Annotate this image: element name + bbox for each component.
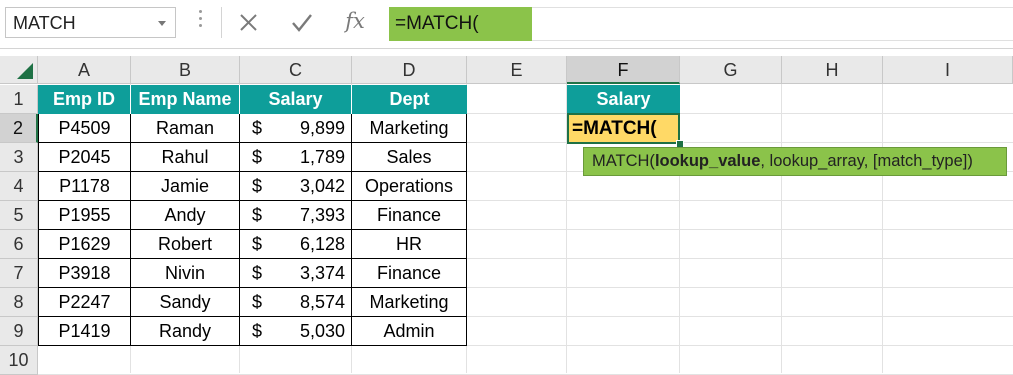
row-header-7[interactable]: 7 — [0, 259, 38, 288]
table-cell[interactable]: Marketing — [352, 288, 467, 317]
select-all-icon — [17, 63, 33, 79]
enter-icon[interactable] — [287, 8, 317, 38]
formula-input-area[interactable] — [532, 7, 1013, 41]
table-cell[interactable]: HR — [352, 230, 467, 259]
formula-bar-divider — [221, 7, 222, 38]
table-cell[interactable]: P4509 — [38, 114, 131, 143]
column-header-d[interactable]: D — [352, 56, 467, 84]
column-header-h[interactable]: H — [782, 56, 883, 84]
table-cell[interactable]: $5,030 — [240, 317, 352, 346]
row-header-1[interactable]: 1 — [0, 85, 38, 114]
table-cell[interactable]: P1629 — [38, 230, 131, 259]
table-cell[interactable]: $1,789 — [240, 143, 352, 172]
row-header-9[interactable]: 9 — [0, 317, 38, 346]
fx-icon[interactable]: fx — [340, 6, 370, 36]
name-box[interactable]: MATCH — [5, 7, 176, 38]
table-cell[interactable]: $3,374 — [240, 259, 352, 288]
table-cell[interactable]: Raman — [131, 114, 240, 143]
row-header-3[interactable]: 3 — [0, 143, 38, 172]
row-header-5[interactable]: 5 — [0, 201, 38, 230]
salary-value: 6,128 — [299, 234, 345, 254]
tooltip-rest-args: , lookup_array, [match_type]) — [760, 152, 973, 170]
table-cell[interactable]: $9,899 — [240, 114, 352, 143]
table-header-cell[interactable]: Emp Name — [131, 85, 240, 114]
salary-value: 8,574 — [299, 292, 345, 312]
tooltip-function: MATCH( — [592, 152, 655, 170]
table-cell[interactable]: Sales — [352, 143, 467, 172]
salary-value: 9,899 — [299, 118, 345, 138]
row-header-4[interactable]: 4 — [0, 172, 38, 201]
row-header-8[interactable]: 8 — [0, 288, 38, 317]
active-cell[interactable]: =MATCH( — [567, 113, 680, 144]
table-cell[interactable]: Admin — [352, 317, 467, 346]
row-header-2[interactable]: 2 — [0, 114, 38, 143]
currency-symbol: $ — [252, 205, 263, 225]
salary-value: 3,374 — [299, 263, 345, 283]
grip-icon[interactable] — [199, 10, 203, 32]
select-all-button[interactable] — [0, 56, 38, 84]
table-cell[interactable]: P3918 — [38, 259, 131, 288]
column-header-g[interactable]: G — [680, 56, 782, 84]
column-header-f[interactable]: F — [567, 56, 680, 84]
table-cell[interactable]: P2247 — [38, 288, 131, 317]
table-cell[interactable]: $8,574 — [240, 288, 352, 317]
formula-input[interactable]: =MATCH( — [389, 7, 532, 41]
name-box-value: MATCH — [13, 13, 76, 33]
column-header-partial[interactable] — [984, 56, 1013, 84]
currency-symbol: $ — [252, 292, 263, 312]
column-header-c[interactable]: C — [240, 56, 352, 84]
table-cell[interactable]: $6,128 — [240, 230, 352, 259]
formula-bar: MATCH fx =MATCH( — [0, 0, 1013, 49]
currency-symbol: $ — [252, 147, 263, 167]
table-cell[interactable]: Sandy — [131, 288, 240, 317]
table-cell[interactable]: Randy — [131, 317, 240, 346]
table-cell[interactable]: $3,042 — [240, 172, 352, 201]
table-cell[interactable]: P1419 — [38, 317, 131, 346]
column-header-a[interactable]: A — [38, 56, 131, 84]
table-header-cell[interactable]: Emp ID — [38, 85, 131, 114]
salary-value: 7,393 — [299, 205, 345, 225]
column-header-b[interactable]: B — [131, 56, 240, 84]
table-cell[interactable]: Operations — [352, 172, 467, 201]
lookup-header-cell[interactable]: Salary — [567, 85, 680, 114]
salary-value: 5,030 — [299, 321, 345, 341]
table-cell[interactable]: Andy — [131, 201, 240, 230]
table-cell[interactable]: P1178 — [38, 172, 131, 201]
table-header-cell[interactable]: Salary — [240, 85, 352, 114]
table-cell[interactable]: Nivin — [131, 259, 240, 288]
table-cell[interactable]: Robert — [131, 230, 240, 259]
table-cell[interactable]: Marketing — [352, 114, 467, 143]
row-header-6[interactable]: 6 — [0, 230, 38, 259]
function-tooltip[interactable]: MATCH(lookup_value, lookup_array, [match… — [583, 147, 1007, 176]
tooltip-current-arg[interactable]: lookup_value — [655, 152, 760, 170]
currency-symbol: $ — [252, 118, 263, 138]
salary-value: 1,789 — [299, 147, 345, 167]
currency-symbol: $ — [252, 263, 263, 283]
table-cell[interactable]: Jamie — [131, 172, 240, 201]
currency-symbol: $ — [252, 234, 263, 254]
table-cell[interactable]: P1955 — [38, 201, 131, 230]
table-cell[interactable]: $7,393 — [240, 201, 352, 230]
table-cell[interactable]: Finance — [352, 201, 467, 230]
dropdown-icon[interactable] — [158, 21, 166, 26]
table-cell[interactable]: Rahul — [131, 143, 240, 172]
salary-value: 3,042 — [299, 176, 345, 196]
table-header-cell[interactable]: Dept — [352, 85, 467, 114]
column-header-e[interactable]: E — [467, 56, 567, 84]
currency-symbol: $ — [252, 321, 263, 341]
currency-symbol: $ — [252, 176, 263, 196]
cancel-icon[interactable] — [234, 8, 264, 38]
table-cell[interactable]: P2045 — [38, 143, 131, 172]
row-header-10[interactable]: 10 — [0, 346, 38, 375]
table-cell[interactable]: Finance — [352, 259, 467, 288]
